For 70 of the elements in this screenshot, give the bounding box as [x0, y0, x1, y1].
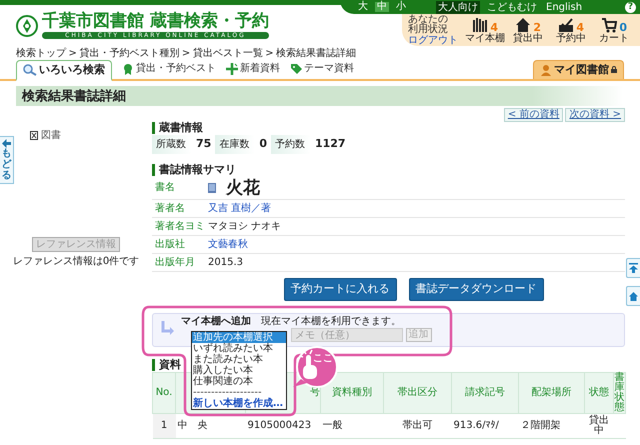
- column-header: 帯出区分: [384, 372, 452, 413]
- audience-link[interactable]: English: [544, 0, 584, 14]
- table-cell: 1: [152, 413, 176, 438]
- section-heading: 書誌情報サマリ: [152, 164, 625, 176]
- back-tab[interactable]: もどる: [0, 136, 14, 184]
- breadcrumb-separator: >: [182, 48, 190, 59]
- nav-link[interactable]: 貸出・予約ベスト: [122, 61, 216, 79]
- usage-status-link[interactable]: あなたの利用状況: [408, 14, 450, 34]
- breadcrumb-current: 検索結果書誌詳細: [276, 48, 356, 59]
- help-icon[interactable]: ?: [625, 2, 636, 12]
- pager-button[interactable]: 次の資料 >: [565, 108, 625, 122]
- action-button[interactable]: 予約カートに入れる: [284, 278, 396, 300]
- breadcrumb-link[interactable]: 貸出ベスト一覧: [192, 48, 263, 59]
- audience-link[interactable]: こどもむけ: [485, 0, 539, 14]
- field-label: 著者名: [154, 202, 186, 216]
- count-label: 4: [576, 22, 584, 32]
- stat-value: 0: [258, 136, 268, 152]
- bookshelf-notice: 現在マイ本棚を利用できます。: [261, 316, 401, 328]
- bookshelf-heading: マイ本棚へ追加: [181, 316, 251, 328]
- count-label: 4: [490, 22, 498, 32]
- dropdown-option[interactable]: いずれ読みたい本: [192, 342, 286, 354]
- field-label: 著者名ヨミ: [154, 220, 206, 234]
- count-label: 2: [533, 22, 542, 32]
- breadcrumb-separator: >: [265, 48, 274, 59]
- column-header: 書庫状態: [614, 372, 626, 413]
- table-cell: 一般: [320, 413, 384, 438]
- table-cell: 帯出可: [384, 413, 452, 438]
- reference-note: レファレンス情報は0件です: [12, 254, 140, 269]
- dropdown-option[interactable]: 追加先の本棚選択: [192, 332, 286, 342]
- field-label: 出版社: [154, 238, 186, 252]
- action-button[interactable]: 書誌データダウンロード: [408, 278, 544, 300]
- memo-field[interactable]: メモ（任意）: [291, 328, 403, 342]
- field-link[interactable]: 又吉 直樹／著: [208, 201, 272, 216]
- counter-label[interactable]: 予約中: [556, 32, 586, 44]
- material-type-label: 図書: [41, 128, 61, 143]
- counter-label[interactable]: マイ本棚: [465, 32, 505, 44]
- pager-button[interactable]: < 前の資料: [504, 108, 564, 122]
- field-value: マタヨシ ナオキ: [208, 220, 282, 234]
- column-header: No.: [152, 372, 176, 413]
- stat-value: 75: [195, 136, 212, 152]
- site-title: 千葉市図書館 蔵書検索・予約: [42, 13, 269, 30]
- field-label: 出版年月: [154, 256, 196, 270]
- field-link[interactable]: 文藝春秋: [208, 237, 248, 252]
- breadcrumb-link[interactable]: 貸出・予約ベスト種別: [79, 48, 180, 59]
- counter-label[interactable]: 貸出中: [513, 32, 543, 44]
- search-tab[interactable]: いろいろ検索: [16, 60, 112, 81]
- table-cell: 中 央: [176, 413, 246, 438]
- field-value: 2015.3: [208, 256, 243, 270]
- column-header: 配架場所: [518, 372, 584, 413]
- nav-link[interactable]: テーマ資料: [290, 61, 354, 79]
- font-size-option[interactable]: 小: [394, 2, 408, 12]
- shelf-dropdown-list[interactable]: 追加先の本棚選択 いずれ読みたい本 また読みたい本 購入したい本 仕事関連の本 ------------------- 新しい本棚を作成…: [191, 330, 287, 410]
- table-cell: 貸出中: [584, 413, 614, 438]
- logout-link[interactable]: ログアウト: [408, 34, 462, 46]
- column-header: 状態: [584, 372, 614, 413]
- stat-value: 1127: [314, 136, 347, 152]
- field-label: 書名: [154, 180, 176, 195]
- nav-link[interactable]: 新着資料: [226, 61, 280, 79]
- breadcrumb-separator: >: [68, 48, 77, 59]
- font-size-option[interactable]: 大: [356, 2, 370, 12]
- audience-link[interactable]: 大人向け: [436, 0, 480, 14]
- column-header: 請求記号: [452, 372, 518, 413]
- counter-label[interactable]: カート: [599, 32, 629, 44]
- table-cell: ２階開架: [518, 413, 584, 438]
- breadcrumb-link[interactable]: 検索トップ: [16, 48, 66, 59]
- table-cell: 9105000423: [246, 413, 320, 438]
- my-library-tab[interactable]: マイ図書館: [533, 60, 624, 79]
- count-label: 0: [619, 22, 628, 32]
- book-title: 火花: [226, 176, 260, 198]
- table-cell: 913.6/ﾏﾀ/: [452, 413, 518, 438]
